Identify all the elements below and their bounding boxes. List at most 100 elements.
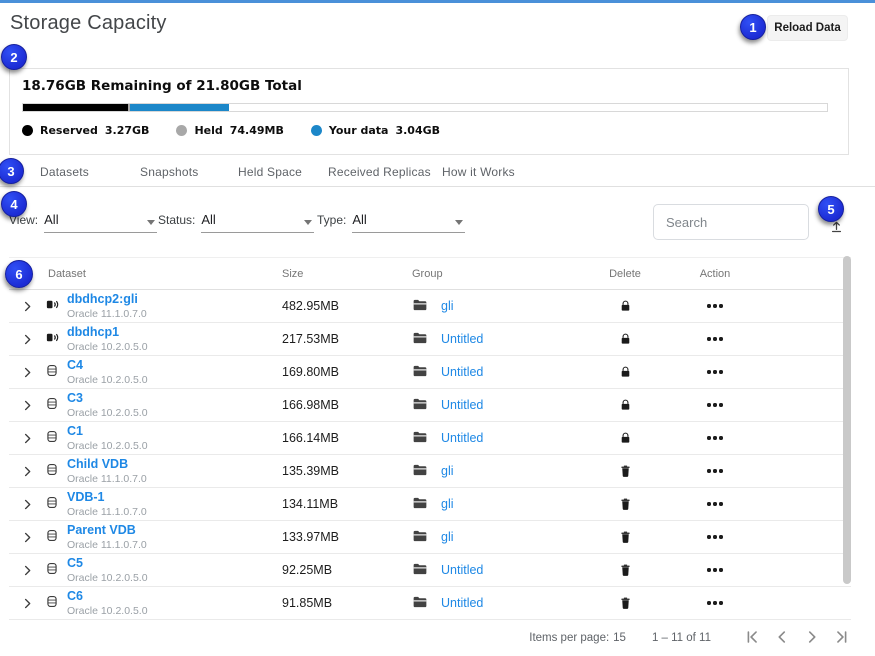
tab-snapshots[interactable]: Snapshots [140,165,199,179]
expand-cell [9,431,45,446]
dataset-name-link[interactable]: C3 [67,392,83,405]
previous-page-button[interactable] [773,628,791,649]
more-actions-button[interactable] [705,300,724,311]
expand-row-button[interactable] [20,365,35,380]
more-actions-button[interactable] [705,564,724,575]
table-body: dbdhcp2:gli Oracle 11.1.0.7.0 482.95MB g… [9,290,851,620]
group-link[interactable]: gli [441,497,454,511]
delete-cell [585,464,665,478]
table-row: C4 Oracle 10.2.0.5.0 169.80MB Untitled [9,356,851,389]
next-page-button[interactable] [803,628,821,649]
lock-icon[interactable] [619,398,632,412]
dataset-name-link[interactable]: C5 [67,557,83,570]
group-link[interactable]: gli [441,464,454,478]
more-actions-button[interactable] [705,531,724,542]
dataset-cell: C4 Oracle 10.2.0.5.0 [67,358,282,385]
dataset-name-link[interactable]: VDB-1 [67,491,105,504]
group-link[interactable]: Untitled [441,365,483,379]
dataset-name-link[interactable]: C6 [67,590,83,603]
last-page-button[interactable] [833,628,851,649]
dataset-cell: dbdhcp2:gli Oracle 11.1.0.7.0 [67,292,282,319]
dataset-version: Oracle 11.1.0.7.0 [67,309,282,320]
expand-row-button[interactable] [20,497,35,512]
group-link[interactable]: Untitled [441,332,483,346]
expand-row-button[interactable] [20,431,35,446]
callout-2: 2 [1,44,27,70]
more-actions-button[interactable] [705,333,724,344]
callout-4: 4 [1,191,27,217]
filter-bar: View: All Status: All Type: All [0,188,875,248]
type-filter-value: All [352,212,366,227]
type-cell [45,429,67,447]
trash-icon[interactable] [619,497,632,511]
expand-row-button[interactable] [20,464,35,479]
expand-row-button[interactable] [20,563,35,578]
type-filter: Type: All [317,212,465,233]
delete-cell [585,398,665,412]
capacity-bar [22,103,828,112]
folder-icon [412,529,428,546]
capacity-panel: 18.76GB Remaining of 21.80GB Total Reser… [9,68,849,155]
tab-bar: Datasets Snapshots Held Space Received R… [0,157,875,187]
items-per-page-label: Items per page: [529,632,609,644]
dataset-name-link[interactable]: C1 [67,425,83,438]
group-link[interactable]: Untitled [441,596,483,610]
capacity-summary: 18.76GB Remaining of 21.80GB Total [22,78,836,94]
dataset-name-link[interactable]: Parent VDB [67,524,136,537]
more-actions-button[interactable] [705,432,724,443]
expand-row-button[interactable] [20,299,35,314]
table-row: VDB-1 Oracle 11.1.0.7.0 134.11MB gli [9,488,851,521]
dataset-name-link[interactable]: C4 [67,359,83,372]
expand-row-button[interactable] [20,332,35,347]
group-link[interactable]: Untitled [441,398,483,412]
expand-row-button[interactable] [20,596,35,611]
delete-cell [585,431,665,445]
dataset-name-link[interactable]: dbdhcp2:gli [67,293,138,306]
vdb-database-icon [45,462,59,480]
column-header-group: Group [412,268,585,280]
status-filter-select[interactable]: All [201,212,314,233]
trash-icon[interactable] [619,596,632,610]
group-link[interactable]: Untitled [441,563,483,577]
tab-how-it-works[interactable]: How it Works [442,165,515,179]
more-actions-button[interactable] [705,366,724,377]
group-link[interactable]: Untitled [441,431,483,445]
dataset-size: 134.11MB [282,497,412,511]
lock-icon[interactable] [619,431,632,445]
reload-data-button[interactable]: Reload Data [767,15,848,41]
lock-icon[interactable] [619,332,632,346]
search-input[interactable] [653,204,809,240]
lock-icon[interactable] [619,365,632,379]
trash-icon[interactable] [619,530,632,544]
callout-1: 1 [740,14,766,40]
group-link[interactable]: gli [441,530,454,544]
more-actions-button[interactable] [705,465,724,476]
type-filter-select[interactable]: All [352,212,465,233]
tab-received-replicas[interactable]: Received Replicas [328,165,431,179]
more-actions-button[interactable] [705,597,724,608]
tab-held-space[interactable]: Held Space [238,165,302,179]
delete-cell [585,563,665,577]
more-actions-button[interactable] [705,498,724,509]
expand-cell [9,530,45,545]
trash-icon[interactable] [619,464,632,478]
previous-page-icon [773,628,791,649]
view-filter-select[interactable]: All [44,212,157,233]
dataset-cell: VDB-1 Oracle 11.1.0.7.0 [67,490,282,517]
group-link[interactable]: gli [441,299,454,313]
expand-row-button[interactable] [20,398,35,413]
trash-icon[interactable] [619,563,632,577]
dataset-version: Oracle 10.2.0.5.0 [67,342,282,353]
first-page-button[interactable] [743,628,761,649]
dataset-name-link[interactable]: dbdhcp1 [67,326,119,339]
table-row: C6 Oracle 10.2.0.5.0 91.85MB Untitled [9,587,851,620]
dataset-name-link[interactable]: Child VDB [67,458,128,471]
lock-icon[interactable] [619,299,632,313]
table-scrollbar-thumb[interactable] [843,256,851,584]
view-filter-value: All [44,212,58,227]
tab-datasets[interactable]: Datasets [40,165,89,179]
more-actions-button[interactable] [705,399,724,410]
items-per-page[interactable]: Items per page: 15 [529,632,626,644]
expand-row-button[interactable] [20,530,35,545]
folder-icon [412,562,428,579]
